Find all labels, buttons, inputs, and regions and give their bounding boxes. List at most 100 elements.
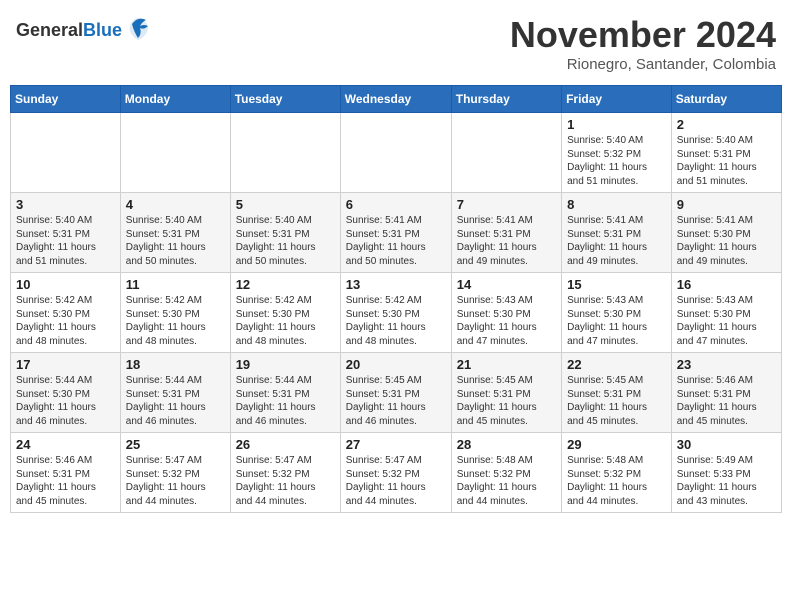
day-number: 23 xyxy=(677,357,776,372)
calendar-cell: 14Sunrise: 5:43 AM Sunset: 5:30 PM Dayli… xyxy=(451,273,561,353)
calendar-cell: 21 Sunrise: 5:45 AM Sunset: 5:31 PM Dayli… xyxy=(451,353,561,433)
day-info: Sunrise: 5:40 AM Sunset: 5:31 PM Dayligh… xyxy=(16,214,115,268)
calendar-cell: 19Sunrise: 5:44 AM Sunset: 5:31 PM Dayli… xyxy=(230,353,340,433)
calendar-cell: 16 Sunrise: 5:43 AM Sunset: 5:30 PM Dayli… xyxy=(671,273,781,353)
location-subtitle: Rionegro, Santander, Colombia xyxy=(510,56,776,73)
day-info: Sunrise: 5:44 AM Sunset: 5:31 PM Dayligh… xyxy=(126,374,225,428)
day-info: Sunrise: 5:42 AM Sunset: 5:30 PM Dayligh… xyxy=(236,294,335,348)
calendar-week-row: 1 Sunrise: 5:40 AM Sunset: 5:32 PM Daylig… xyxy=(11,113,782,193)
day-info: Sunrise: 5:40 AM Sunset: 5:31 PM Dayligh… xyxy=(126,214,225,268)
day-info: Sunrise: 5:48 AM Sunset: 5:32 PM Dayligh… xyxy=(457,454,556,508)
day-number: 10 xyxy=(16,277,115,292)
day-number: 3 xyxy=(16,197,115,212)
calendar-cell: 2Sunrise: 5:40 AM Sunset: 5:31 PM Daylig… xyxy=(671,113,781,193)
calendar-week-row: 10 Sunrise: 5:42 AM Sunset: 5:30 PM Dayli… xyxy=(11,273,782,353)
day-info: Sunrise: 5:44 AM Sunset: 5:30 PM Dayligh… xyxy=(16,374,115,428)
calendar-cell: 22Sunrise: 5:45 AM Sunset: 5:31 PM Dayli… xyxy=(562,353,672,433)
calendar-cell: 10 Sunrise: 5:42 AM Sunset: 5:30 PM Dayli… xyxy=(11,273,121,353)
title-block: November 2024 Rionegro, Santander, Colom… xyxy=(510,14,776,73)
day-number: 5 xyxy=(236,197,335,212)
calendar-cell: 5 Sunrise: 5:40 AM Sunset: 5:31 PM Daylig… xyxy=(230,193,340,273)
day-number: 12 xyxy=(236,277,335,292)
calendar-cell: 8 Sunrise: 5:41 AM Sunset: 5:31 PM Daylig… xyxy=(562,193,672,273)
calendar-cell: 12 Sunrise: 5:42 AM Sunset: 5:30 PM Dayli… xyxy=(230,273,340,353)
calendar-cell: 6 Sunrise: 5:41 AM Sunset: 5:31 PM Daylig… xyxy=(340,193,451,273)
calendar-week-row: 17 Sunrise: 5:44 AM Sunset: 5:30 PM Dayli… xyxy=(11,353,782,433)
day-info: Sunrise: 5:46 AM Sunset: 5:31 PM Dayligh… xyxy=(16,454,115,508)
day-info: Sunrise: 5:42 AM Sunset: 5:30 PM Dayligh… xyxy=(126,294,225,348)
calendar-cell xyxy=(230,113,340,193)
calendar-table: SundayMondayTuesdayWednesdayThursdayFrid… xyxy=(10,85,782,513)
calendar-cell: 29Sunrise: 5:48 AM Sunset: 5:32 PM Dayli… xyxy=(562,433,672,513)
day-number: 26 xyxy=(236,437,335,452)
day-info: Sunrise: 5:45 AM Sunset: 5:31 PM Dayligh… xyxy=(346,374,446,428)
day-info: Sunrise: 5:40 AM Sunset: 5:31 PM Dayligh… xyxy=(236,214,335,268)
day-info: Sunrise: 5:41 AM Sunset: 5:31 PM Dayligh… xyxy=(346,214,446,268)
day-number: 20 xyxy=(346,357,446,372)
day-header-saturday: Saturday xyxy=(671,86,781,113)
day-header-wednesday: Wednesday xyxy=(340,86,451,113)
logo-bird-icon xyxy=(124,14,152,48)
day-number: 16 xyxy=(677,277,776,292)
month-year-title: November 2024 xyxy=(510,14,776,56)
day-number: 7 xyxy=(457,197,556,212)
calendar-cell: 1 Sunrise: 5:40 AM Sunset: 5:32 PM Daylig… xyxy=(562,113,672,193)
day-info: Sunrise: 5:47 AM Sunset: 5:32 PM Dayligh… xyxy=(236,454,335,508)
day-number: 17 xyxy=(16,357,115,372)
calendar-cell: 15 Sunrise: 5:43 AM Sunset: 5:30 PM Dayli… xyxy=(562,273,672,353)
day-number: 2 xyxy=(677,117,776,132)
calendar-cell xyxy=(451,113,561,193)
calendar-cell: 7 Sunrise: 5:41 AM Sunset: 5:31 PM Daylig… xyxy=(451,193,561,273)
day-header-monday: Monday xyxy=(120,86,230,113)
calendar-cell: 4 Sunrise: 5:40 AM Sunset: 5:31 PM Daylig… xyxy=(120,193,230,273)
calendar-cell xyxy=(340,113,451,193)
header: GeneralBlue November 2024 Rionegro, Sant… xyxy=(10,10,782,77)
logo-blue: Blue xyxy=(83,20,122,40)
day-header-sunday: Sunday xyxy=(11,86,121,113)
calendar-cell: 13Sunrise: 5:42 AM Sunset: 5:30 PM Dayli… xyxy=(340,273,451,353)
day-number: 18 xyxy=(126,357,225,372)
calendar-cell xyxy=(11,113,121,193)
day-info: Sunrise: 5:41 AM Sunset: 5:31 PM Dayligh… xyxy=(457,214,556,268)
day-number: 4 xyxy=(126,197,225,212)
day-info: Sunrise: 5:40 AM Sunset: 5:32 PM Dayligh… xyxy=(567,134,666,188)
day-number: 8 xyxy=(567,197,666,212)
day-number: 22 xyxy=(567,357,666,372)
day-info: Sunrise: 5:41 AM Sunset: 5:30 PM Dayligh… xyxy=(677,214,776,268)
day-info: Sunrise: 5:43 AM Sunset: 5:30 PM Dayligh… xyxy=(457,294,556,348)
day-number: 30 xyxy=(677,437,776,452)
day-info: Sunrise: 5:42 AM Sunset: 5:30 PM Dayligh… xyxy=(16,294,115,348)
day-info: Sunrise: 5:41 AM Sunset: 5:31 PM Dayligh… xyxy=(567,214,666,268)
day-info: Sunrise: 5:45 AM Sunset: 5:31 PM Dayligh… xyxy=(457,374,556,428)
day-number: 1 xyxy=(567,117,666,132)
day-info: Sunrise: 5:47 AM Sunset: 5:32 PM Dayligh… xyxy=(346,454,446,508)
calendar-cell: 20 Sunrise: 5:45 AM Sunset: 5:31 PM Dayli… xyxy=(340,353,451,433)
calendar-cell xyxy=(120,113,230,193)
calendar-cell: 23Sunrise: 5:46 AM Sunset: 5:31 PM Dayli… xyxy=(671,353,781,433)
page: GeneralBlue November 2024 Rionegro, Sant… xyxy=(0,0,792,523)
day-number: 9 xyxy=(677,197,776,212)
day-header-tuesday: Tuesday xyxy=(230,86,340,113)
day-number: 6 xyxy=(346,197,446,212)
calendar-cell: 17 Sunrise: 5:44 AM Sunset: 5:30 PM Dayli… xyxy=(11,353,121,433)
calendar-cell: 18 Sunrise: 5:44 AM Sunset: 5:31 PM Dayli… xyxy=(120,353,230,433)
logo-general: General xyxy=(16,20,83,40)
day-number: 27 xyxy=(346,437,446,452)
day-info: Sunrise: 5:43 AM Sunset: 5:30 PM Dayligh… xyxy=(677,294,776,348)
day-number: 15 xyxy=(567,277,666,292)
day-number: 21 xyxy=(457,357,556,372)
day-info: Sunrise: 5:47 AM Sunset: 5:32 PM Dayligh… xyxy=(126,454,225,508)
calendar-cell: 3 Sunrise: 5:40 AM Sunset: 5:31 PM Daylig… xyxy=(11,193,121,273)
calendar-cell: 28 Sunrise: 5:48 AM Sunset: 5:32 PM Dayli… xyxy=(451,433,561,513)
calendar-cell: 27 Sunrise: 5:47 AM Sunset: 5:32 PM Dayli… xyxy=(340,433,451,513)
calendar-cell: 25Sunrise: 5:47 AM Sunset: 5:32 PM Dayli… xyxy=(120,433,230,513)
calendar-week-row: 24Sunrise: 5:46 AM Sunset: 5:31 PM Dayli… xyxy=(11,433,782,513)
calendar-header-row: SundayMondayTuesdayWednesdayThursdayFrid… xyxy=(11,86,782,113)
calendar-cell: 26 Sunrise: 5:47 AM Sunset: 5:32 PM Dayli… xyxy=(230,433,340,513)
day-info: Sunrise: 5:43 AM Sunset: 5:30 PM Dayligh… xyxy=(567,294,666,348)
calendar-cell: 9 Sunrise: 5:41 AM Sunset: 5:30 PM Daylig… xyxy=(671,193,781,273)
day-number: 28 xyxy=(457,437,556,452)
day-header-friday: Friday xyxy=(562,86,672,113)
day-info: Sunrise: 5:42 AM Sunset: 5:30 PM Dayligh… xyxy=(346,294,446,348)
calendar-cell: 24Sunrise: 5:46 AM Sunset: 5:31 PM Dayli… xyxy=(11,433,121,513)
